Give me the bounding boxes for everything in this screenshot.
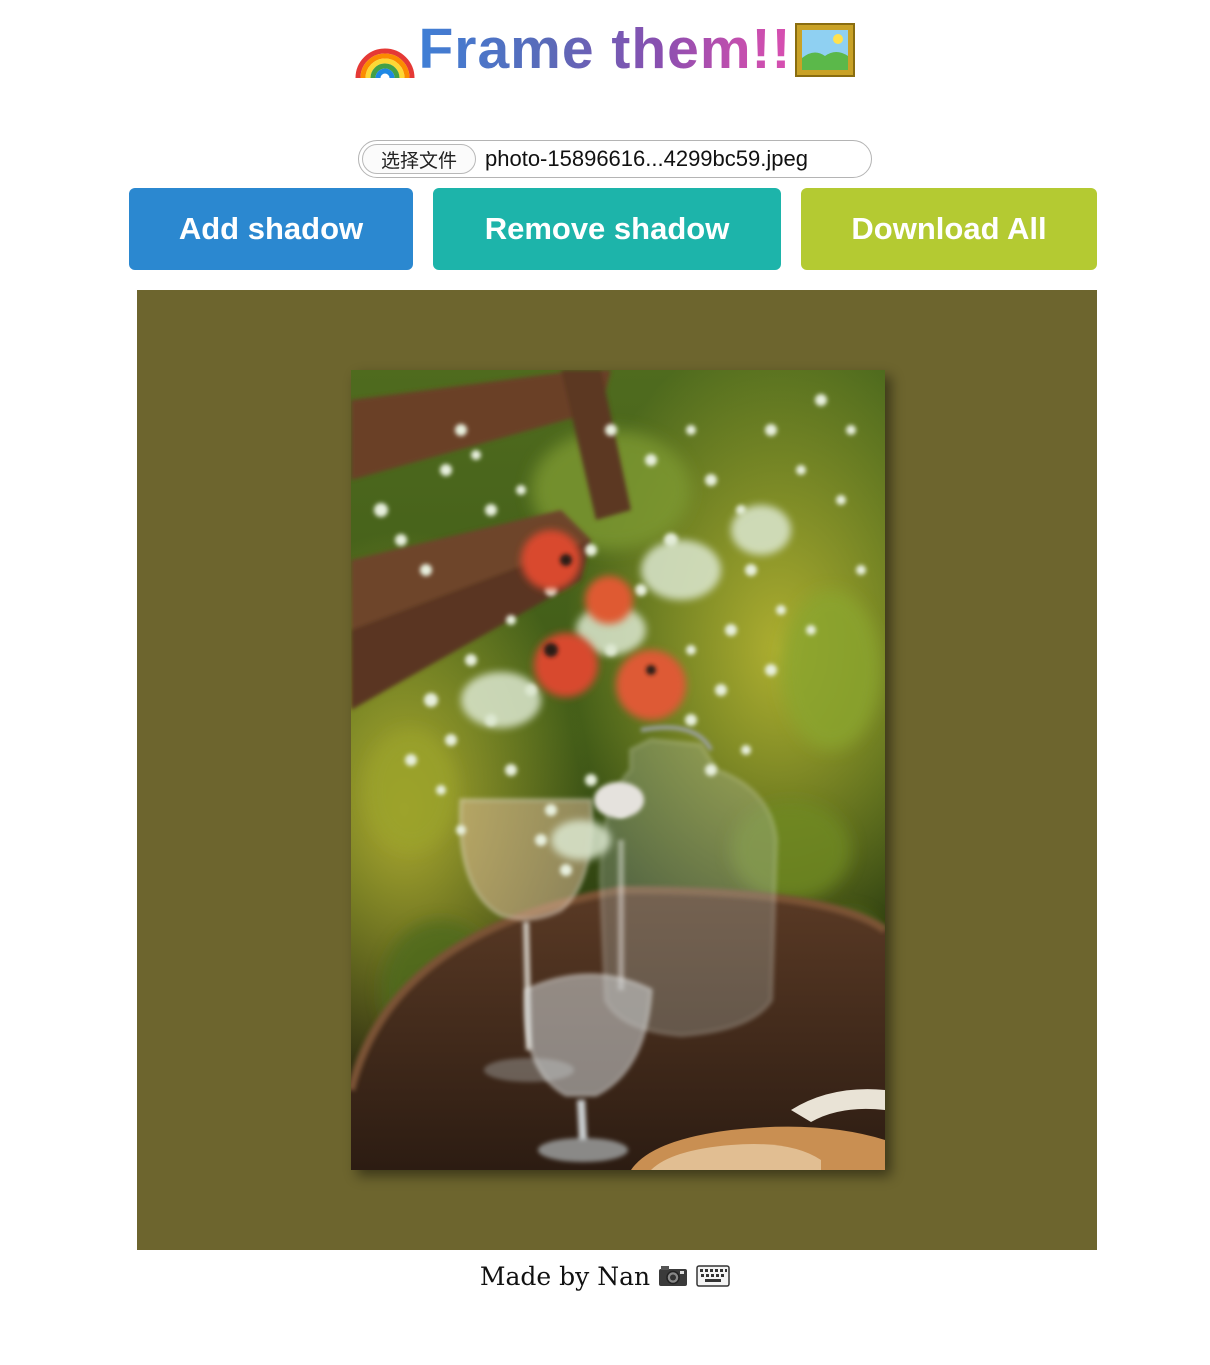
frame-canvas	[137, 290, 1097, 1250]
add-shadow-button[interactable]: Add shadow	[129, 188, 413, 270]
remove-shadow-button[interactable]: Remove shadow	[433, 188, 781, 270]
file-input[interactable]: 选择文件 photo-15896616...4299bc59.jpeg	[358, 140, 872, 178]
keyboard-icon	[696, 1265, 730, 1287]
choose-file-button[interactable]: 选择文件	[362, 144, 476, 174]
footer-text: Made by Nan	[479, 1261, 651, 1291]
rainbow-icon	[354, 18, 416, 80]
camera-icon	[658, 1264, 688, 1288]
page: Frame them!! 选择文件 photo-15896616...4299b…	[0, 0, 1210, 1365]
selected-file-name: photo-15896616...4299bc59.jpeg	[485, 146, 808, 171]
title-text: Frame them!!	[418, 14, 791, 84]
page-title: Frame them!!	[0, 14, 1210, 84]
photo-image	[351, 370, 885, 1170]
framed-picture-icon	[794, 18, 856, 80]
footer: Made by Nan	[0, 1258, 1210, 1294]
download-all-button[interactable]: Download All	[801, 188, 1097, 270]
framed-photo	[351, 370, 885, 1170]
